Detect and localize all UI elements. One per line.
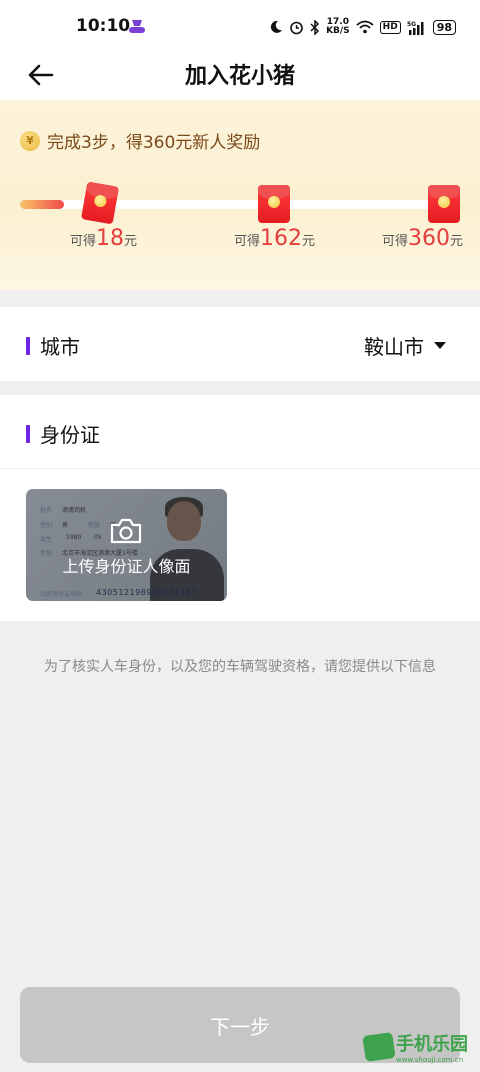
info-hint: 为了核实人车身份，以及您的车辆驾驶资格，请您提供以下信息 bbox=[44, 659, 436, 675]
moon-icon bbox=[270, 20, 283, 33]
section-accent-bar bbox=[26, 424, 30, 443]
divider bbox=[0, 468, 480, 469]
reward-banner: ¥ 完成3步，得360元新人奖励 可得18元 可得162元 可得360元 bbox=[0, 100, 480, 290]
coin-icon: ¥ bbox=[20, 130, 40, 151]
camera-icon bbox=[110, 518, 142, 544]
status-bar: 10:10 17.0 KB/S HD 5G 98 bbox=[0, 0, 480, 50]
red-packet-icon bbox=[258, 185, 290, 223]
status-icons: 17.0 KB/S HD 5G 98 bbox=[269, 16, 456, 38]
network-speed: 17.0 KB/S bbox=[326, 17, 350, 36]
status-time: 10:10 bbox=[76, 16, 131, 36]
id-card-section: 身份证 姓名 滴滴司机 性别 男 民族 汉 出生 1980 05 住址 北京市海… bbox=[0, 395, 480, 621]
reward-step-3: 可得360元 bbox=[382, 226, 464, 251]
red-packet-icon bbox=[428, 185, 460, 223]
app-notification-icon bbox=[129, 20, 145, 33]
signal-icon: 5G bbox=[407, 21, 424, 35]
id-card-label: 身份证 bbox=[26, 419, 100, 448]
caret-down-icon bbox=[434, 342, 446, 349]
city-row: 城市 鞍山市 bbox=[0, 307, 480, 381]
wifi-icon bbox=[356, 20, 374, 34]
reward-headline-text: 完成3步，得360元新人奖励 bbox=[47, 133, 261, 153]
battery-indicator: 98 bbox=[432, 19, 456, 35]
id-number: 430512198908131367 bbox=[96, 588, 197, 597]
svg-text:5G: 5G bbox=[407, 21, 416, 28]
reward-step-1: 可得18元 bbox=[70, 226, 138, 251]
alarm-icon bbox=[290, 21, 303, 34]
reward-step-2: 可得162元 bbox=[234, 226, 316, 251]
hd-badge: HD bbox=[379, 20, 401, 34]
reward-headline: ¥ 完成3步，得360元新人奖励 bbox=[20, 128, 260, 153]
city-selector[interactable]: 鞍山市 bbox=[364, 331, 446, 360]
id-card-upload[interactable]: 姓名 滴滴司机 性别 男 民族 汉 出生 1980 05 住址 北京市海淀区滴滴… bbox=[26, 489, 227, 601]
city-value: 鞍山市 bbox=[364, 335, 424, 359]
watermark-logo: 手机乐园 www.shouji.com.cn bbox=[362, 1030, 468, 1064]
section-accent-bar bbox=[26, 336, 30, 355]
red-packet-icon bbox=[80, 181, 120, 225]
top-app-bar: 加入花小猪 bbox=[0, 50, 480, 100]
city-label: 城市 bbox=[26, 331, 80, 360]
page-title: 加入花小猪 bbox=[184, 64, 295, 89]
bluetooth-icon bbox=[310, 19, 320, 35]
upload-label: 上传身份证人像面 bbox=[62, 557, 191, 576]
reward-progress-fill bbox=[20, 200, 64, 209]
watermark-icon bbox=[362, 1032, 396, 1062]
